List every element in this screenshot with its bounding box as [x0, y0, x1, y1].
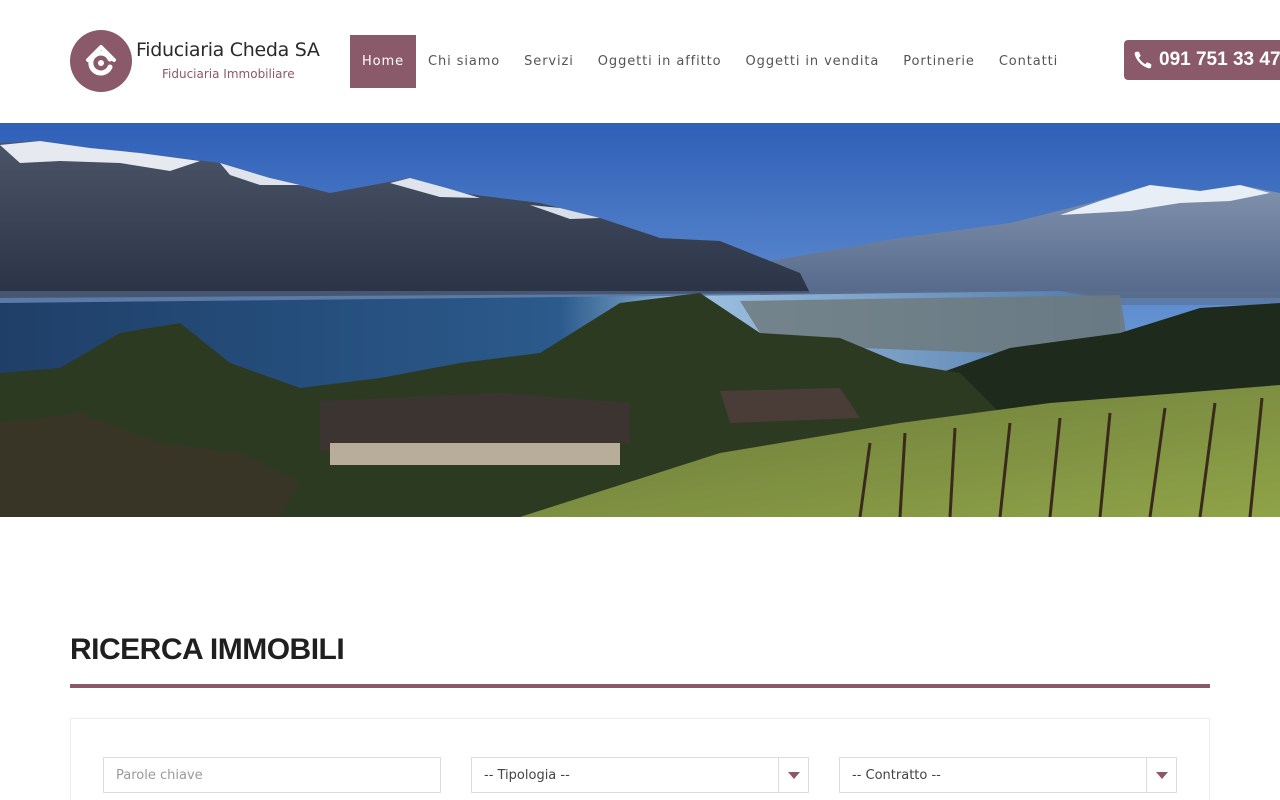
property-search-form: -- Tipologia -- -- Contratto -- [70, 718, 1210, 800]
logo-emblem-icon [70, 30, 132, 92]
nav-item-contatti[interactable]: Contatti [987, 35, 1070, 88]
main-nav: Home Chi siamo Servizi Oggetti in affitt… [350, 35, 1070, 88]
contract-select-toggle[interactable] [1146, 758, 1176, 792]
site-header: Fiduciaria Cheda SA Fiduciaria Immobilia… [0, 0, 1280, 123]
hero-banner [0, 123, 1280, 517]
hero-landscape-image [0, 123, 1280, 517]
keywords-input[interactable] [103, 757, 441, 793]
search-title: RICERCA IMMOBILI [70, 633, 345, 666]
phone-number: 091 751 33 47 [1159, 49, 1280, 70]
nav-item-portinerie[interactable]: Portinerie [891, 35, 987, 88]
type-select-value: -- Tipologia -- [484, 767, 570, 783]
caret-down-icon [787, 771, 800, 779]
type-select[interactable]: -- Tipologia -- [471, 757, 809, 793]
type-select-toggle[interactable] [778, 758, 808, 792]
nav-item-chi-siamo[interactable]: Chi siamo [416, 35, 512, 88]
caret-down-icon [1155, 771, 1168, 779]
nav-item-oggetti-in-vendita[interactable]: Oggetti in vendita [734, 35, 892, 88]
nav-item-oggetti-in-affitto[interactable]: Oggetti in affitto [586, 35, 734, 88]
brand-tagline: Fiduciaria Immobiliare [162, 67, 295, 81]
nav-item-servizi[interactable]: Servizi [512, 35, 586, 88]
brand-name: Fiduciaria Cheda SA [136, 39, 320, 61]
site-logo[interactable]: Fiduciaria Cheda SA Fiduciaria Immobilia… [70, 30, 330, 92]
contract-select[interactable]: -- Contratto -- [839, 757, 1177, 793]
phone-button[interactable]: 091 751 33 47 [1124, 40, 1280, 80]
title-divider [70, 684, 1210, 688]
phone-icon [1134, 51, 1152, 69]
nav-item-home[interactable]: Home [350, 35, 416, 88]
contract-select-value: -- Contratto -- [852, 767, 941, 783]
